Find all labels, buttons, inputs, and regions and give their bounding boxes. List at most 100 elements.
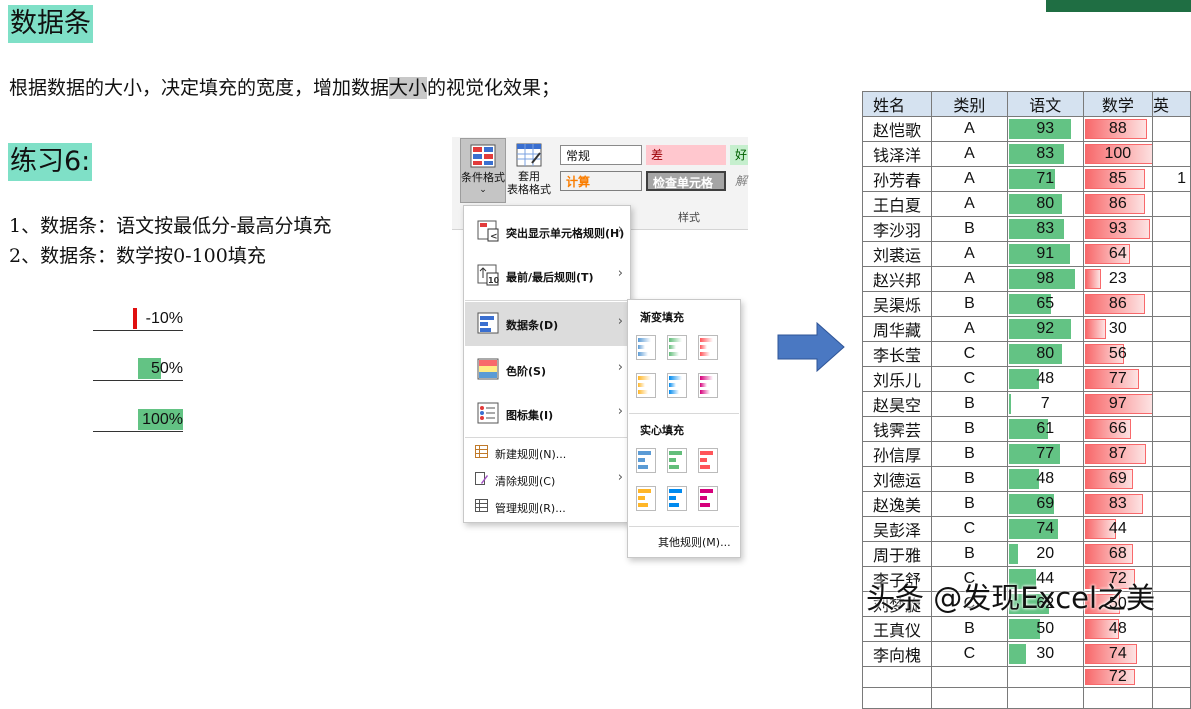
cell-category[interactable]: C: [931, 516, 1008, 542]
menu-item-color-scales[interactable]: 色阶(S) ›: [465, 348, 627, 392]
cell-english[interactable]: [1152, 616, 1191, 642]
style-calc[interactable]: 计算: [560, 171, 642, 191]
cell-chinese[interactable]: 77: [1006, 441, 1084, 467]
cell-name[interactable]: 赵逸美: [861, 491, 933, 517]
cell-chinese[interactable]: 61: [1006, 416, 1084, 442]
cell-category[interactable]: B: [931, 291, 1008, 317]
solid-data-bar-option-icon[interactable]: [698, 486, 718, 511]
cell-category[interactable]: B: [931, 216, 1008, 242]
cell-english[interactable]: [1152, 666, 1191, 688]
cell-english[interactable]: [1152, 687, 1191, 709]
cell-category[interactable]: A: [931, 241, 1008, 267]
conditional-format-button[interactable]: 条件格式 ⌄: [460, 138, 506, 203]
cell-math[interactable]: 83: [1082, 491, 1154, 517]
cell-english[interactable]: [1152, 341, 1191, 367]
cell-chinese[interactable]: 69: [1006, 491, 1084, 517]
cell-english[interactable]: [1152, 266, 1191, 292]
gradient-data-bar-option-icon[interactable]: [667, 335, 687, 360]
cell-chinese[interactable]: [1006, 687, 1084, 709]
solid-data-bar-option-icon[interactable]: [636, 486, 656, 511]
cell-name[interactable]: 吴渠烁: [861, 291, 933, 317]
cell-category[interactable]: [931, 666, 1008, 688]
cell-english[interactable]: 1: [1152, 166, 1191, 192]
cell-chinese[interactable]: 65: [1006, 291, 1084, 317]
style-normal[interactable]: 常规: [560, 145, 642, 165]
cell-math[interactable]: 72: [1082, 666, 1154, 688]
cell-math[interactable]: 68: [1082, 541, 1154, 567]
menu-item-manage-rules[interactable]: 管理规则(R)...: [465, 493, 627, 519]
cell-name[interactable]: 周华藏: [861, 316, 933, 342]
cell-name[interactable]: 钱霁芸: [861, 416, 933, 442]
header-english[interactable]: 英: [1152, 91, 1191, 117]
cell-chinese[interactable]: 93: [1006, 116, 1084, 142]
cell-name[interactable]: 王白夏: [861, 191, 933, 217]
cell-chinese[interactable]: 48: [1006, 366, 1084, 392]
cell-english[interactable]: [1152, 516, 1191, 542]
cell-math[interactable]: 74: [1082, 641, 1154, 667]
cell-category[interactable]: A: [931, 316, 1008, 342]
cell-math[interactable]: 97: [1082, 391, 1154, 417]
cell-category[interactable]: [931, 687, 1008, 709]
cell-english[interactable]: [1152, 116, 1191, 142]
cell-english[interactable]: [1152, 191, 1191, 217]
cell-category[interactable]: C: [931, 341, 1008, 367]
cell-math[interactable]: 88: [1082, 116, 1154, 142]
cell-chinese[interactable]: 30: [1006, 641, 1084, 667]
cell-english[interactable]: [1152, 241, 1191, 267]
cell-category[interactable]: B: [931, 616, 1008, 642]
cell-math[interactable]: 44: [1082, 516, 1154, 542]
cell-category[interactable]: C: [931, 641, 1008, 667]
cell-name[interactable]: 李长莹: [861, 341, 933, 367]
cell-name[interactable]: [861, 687, 933, 709]
cell-math[interactable]: 87: [1082, 441, 1154, 467]
cell-english[interactable]: [1152, 141, 1191, 167]
menu-item-data-bars[interactable]: 数据条(D) ›: [465, 302, 627, 346]
solid-data-bar-option-icon[interactable]: [636, 448, 656, 473]
gradient-data-bar-option-icon[interactable]: [636, 373, 656, 398]
cell-english[interactable]: [1152, 591, 1191, 617]
header-category[interactable]: 类别: [931, 91, 1008, 117]
cell-category[interactable]: B: [931, 416, 1008, 442]
cell-category[interactable]: A: [931, 266, 1008, 292]
cell-name[interactable]: 钱泽洋: [861, 141, 933, 167]
cell-chinese[interactable]: 91: [1006, 241, 1084, 267]
cell-math[interactable]: 23: [1082, 266, 1154, 292]
cell-chinese[interactable]: 92: [1006, 316, 1084, 342]
cell-math[interactable]: 69: [1082, 466, 1154, 492]
cell-chinese[interactable]: 98: [1006, 266, 1084, 292]
cell-category[interactable]: A: [931, 166, 1008, 192]
cell-name[interactable]: 周于雅: [861, 541, 933, 567]
cell-name[interactable]: 李向槐: [861, 641, 933, 667]
solid-data-bar-option-icon[interactable]: [667, 448, 687, 473]
cell-category[interactable]: A: [931, 191, 1008, 217]
cell-category[interactable]: B: [931, 466, 1008, 492]
menu-item-new-rule[interactable]: 新建规则(N)...: [465, 439, 627, 465]
cell-category[interactable]: B: [931, 441, 1008, 467]
cell-chinese[interactable]: 71: [1006, 166, 1084, 192]
cell-category[interactable]: B: [931, 541, 1008, 567]
cell-english[interactable]: [1152, 216, 1191, 242]
cell-chinese[interactable]: 50: [1006, 616, 1084, 642]
cell-name[interactable]: 吴彭泽: [861, 516, 933, 542]
cell-category[interactable]: B: [931, 391, 1008, 417]
style-good[interactable]: 好: [730, 145, 748, 165]
cell-math[interactable]: 77: [1082, 366, 1154, 392]
cell-english[interactable]: [1152, 491, 1191, 517]
header-chinese[interactable]: 语文: [1006, 91, 1084, 117]
cell-category[interactable]: A: [931, 141, 1008, 167]
cell-english[interactable]: [1152, 641, 1191, 667]
cell-english[interactable]: [1152, 416, 1191, 442]
cell-name[interactable]: 刘乐儿: [861, 366, 933, 392]
cell-category[interactable]: C: [931, 366, 1008, 392]
more-rules-item[interactable]: 其他规则(M)...: [658, 534, 731, 550]
cell-chinese[interactable]: 7: [1006, 391, 1084, 417]
gradient-data-bar-option-icon[interactable]: [667, 373, 687, 398]
cell-math[interactable]: 30: [1082, 316, 1154, 342]
cell-name[interactable]: 孙芳春: [861, 166, 933, 192]
cell-chinese[interactable]: 80: [1006, 341, 1084, 367]
cell-math[interactable]: 66: [1082, 416, 1154, 442]
cell-english[interactable]: [1152, 291, 1191, 317]
cell-chinese[interactable]: 20: [1006, 541, 1084, 567]
gradient-data-bar-option-icon[interactable]: [698, 373, 718, 398]
cell-category[interactable]: B: [931, 491, 1008, 517]
